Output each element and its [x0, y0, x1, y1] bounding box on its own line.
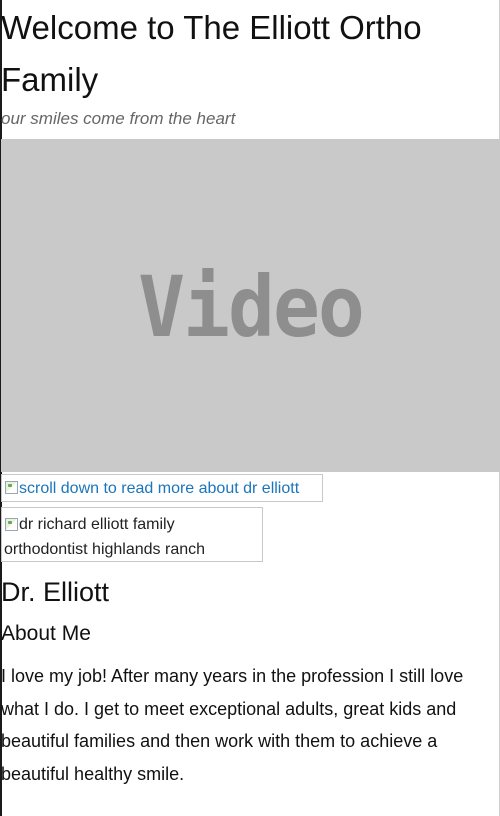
doctor-photo-caption: dr richard elliott family orthodontist h… [4, 516, 206, 558]
doctor-photo: dr richard elliott family orthodontist h… [1, 507, 263, 562]
page-title: Welcome to The Elliott Ortho Family [1, 9, 422, 98]
about-me-text: I love my job! After many years in the p… [1, 666, 464, 784]
scroll-down-link[interactable]: scroll down to read more about dr elliot… [1, 474, 323, 502]
doctor-photo-alt-text: dr richard elliott family orthodontist h… [4, 516, 205, 558]
about-me-heading: About Me [1, 622, 91, 645]
video-player[interactable]: Video [1, 139, 500, 472]
video-placeholder-label: Video [138, 258, 365, 357]
scroll-down-alt-text: scroll down to read more about dr elliot… [19, 480, 300, 497]
broken-image-icon [4, 516, 18, 531]
doctor-name-heading: Dr. Elliott [1, 577, 110, 607]
tagline: our smiles come from the heart [1, 109, 236, 128]
broken-image-icon [4, 479, 18, 494]
